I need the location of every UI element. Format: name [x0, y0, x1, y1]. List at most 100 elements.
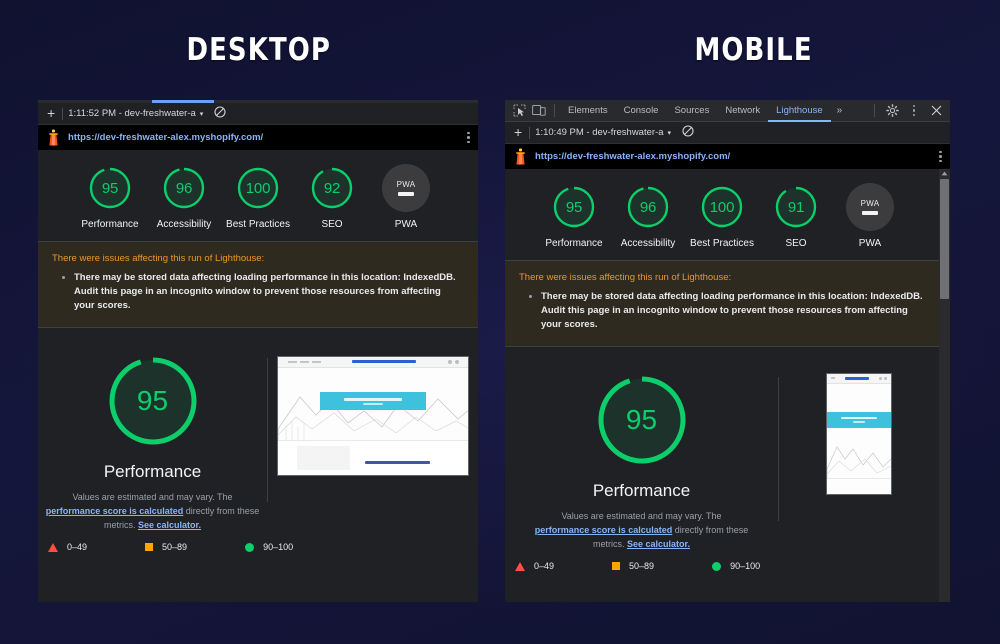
- mobile-report-body: 95 Performance 96 Accessibility 100 Best…: [505, 169, 939, 583]
- lighthouse-icon: [513, 148, 528, 165]
- more-tabs-icon[interactable]: »: [831, 105, 849, 116]
- mobile-performance-section: 95 Performance Values are estimated and …: [505, 347, 939, 551]
- thumbnail-hero: [278, 367, 468, 441]
- score-gauge-accessibility[interactable]: 96 Accessibility: [611, 183, 685, 250]
- legend-pass: 90–100: [245, 542, 293, 552]
- desktop-scroll-area: 95 Performance 96 Accessibility 100 Best…: [38, 150, 478, 564]
- see-calculator-link[interactable]: See calculator.: [627, 539, 690, 549]
- clear-results-icon[interactable]: [682, 124, 694, 142]
- devtools-toolbar: Elements Console Sources Network Lightho…: [505, 100, 950, 122]
- legend-average: 50–89: [612, 561, 654, 571]
- chevron-down-icon[interactable]: ▾: [200, 110, 204, 118]
- page-screenshot-thumbnail[interactable]: [826, 373, 892, 495]
- performance-score-calculated-link[interactable]: performance score is calculated: [535, 525, 673, 535]
- score-gauge-seo[interactable]: 91 SEO: [759, 183, 833, 250]
- desktop-score-legend: 0–49 50–89 90–100: [38, 532, 478, 564]
- mobile-score-gauges: 95 Performance 96 Accessibility 100 Best…: [505, 169, 939, 260]
- score-ring: 100: [234, 164, 282, 212]
- mobile-lighthouse-panel: Elements Console Sources Network Lightho…: [505, 100, 950, 602]
- pwa-dash-icon: [862, 211, 878, 215]
- desktop-url-bar: https://dev-freshwater-alex.myshopify.co…: [38, 125, 478, 150]
- page-screenshot-thumbnail[interactable]: [277, 356, 469, 476]
- pwa-badge: PWA: [382, 164, 430, 212]
- pwa-badge: PWA: [846, 183, 894, 231]
- desc-pre: Values are estimated and may vary. The: [72, 492, 233, 502]
- tab-lighthouse[interactable]: Lighthouse: [768, 100, 830, 122]
- pwa-dash-icon: [398, 192, 414, 196]
- close-icon[interactable]: [926, 102, 946, 120]
- score-label: Best Practices: [226, 219, 290, 230]
- mobile-report-header: + 1:10:49 PM - dev-freshwater-a ▾: [505, 122, 950, 144]
- scroll-up-arrow-icon[interactable]: [939, 169, 950, 178]
- chevron-down-icon[interactable]: ▾: [668, 129, 672, 137]
- vertical-scrollbar[interactable]: [939, 169, 950, 602]
- new-run-button[interactable]: +: [511, 125, 527, 141]
- triangle-icon: [48, 542, 58, 552]
- score-value: 100: [709, 198, 735, 216]
- report-menu-icon[interactable]: [467, 131, 470, 144]
- score-gauge-pwa[interactable]: PWA PWA: [833, 183, 907, 250]
- score-gauge-best-practices[interactable]: 100 Best Practices: [685, 183, 759, 250]
- new-run-button[interactable]: +: [44, 106, 60, 122]
- score-label: Best Practices: [690, 238, 754, 249]
- performance-score-calculated-link[interactable]: performance score is calculated: [46, 506, 184, 516]
- run-selector-label[interactable]: 1:10:49 PM - dev-freshwater-a: [535, 127, 663, 138]
- see-calculator-link[interactable]: See calculator.: [138, 520, 201, 530]
- report-menu-icon[interactable]: [939, 150, 942, 163]
- score-gauge-seo[interactable]: 92 SEO: [295, 164, 369, 231]
- heading-mobile: MOBILE: [694, 32, 814, 68]
- url-text[interactable]: https://dev-freshwater-alex.myshopify.co…: [535, 151, 730, 162]
- scrollbar-thumb[interactable]: [940, 179, 949, 299]
- score-gauge-performance[interactable]: 95 Performance: [537, 183, 611, 250]
- legend-label: 0–49: [534, 561, 555, 571]
- circle-icon: [245, 542, 255, 552]
- clear-results-icon[interactable]: [214, 105, 226, 123]
- triangle-icon: [515, 561, 525, 571]
- devtools-tabstrip-stub: [38, 100, 478, 103]
- legend-label: 90–100: [730, 561, 761, 571]
- performance-big-ring: 95: [593, 371, 691, 469]
- performance-gauge-block: 95 Performance Values are estimated and …: [505, 371, 778, 551]
- score-label: Performance: [81, 219, 139, 230]
- inspect-element-icon[interactable]: [509, 102, 529, 120]
- divider: [874, 104, 875, 117]
- divider: [62, 107, 64, 120]
- warning-list: There may be stored data affecting loadi…: [519, 290, 925, 332]
- thumbnail-brand: [351, 360, 417, 364]
- score-value: 91: [787, 198, 805, 216]
- score-value: 92: [323, 179, 341, 197]
- gear-icon[interactable]: [882, 102, 902, 120]
- thumbnail-hero-banner: [827, 412, 891, 428]
- devtools-tabs: Elements Console Sources Network Lightho…: [560, 100, 848, 122]
- score-label: Accessibility: [156, 219, 212, 230]
- score-gauge-accessibility[interactable]: 96 Accessibility: [147, 164, 221, 231]
- thumbnail-hero-banner: [319, 392, 427, 411]
- lighthouse-tab-indicator: [152, 100, 214, 103]
- run-selector-label[interactable]: 1:11:52 PM - dev-freshwater-a: [68, 108, 196, 119]
- thumbnail-actions: [447, 359, 459, 364]
- score-gauge-pwa[interactable]: PWA PWA: [369, 164, 443, 231]
- score-gauge-best-practices[interactable]: 100 Best Practices: [221, 164, 295, 231]
- kebab-menu-icon[interactable]: [904, 102, 924, 120]
- score-label: Accessibility: [620, 238, 676, 249]
- performance-title: Performance: [103, 462, 202, 481]
- tab-network[interactable]: Network: [717, 100, 768, 122]
- thumbnail-card: [297, 445, 351, 471]
- desktop-thumbnail-block: [268, 352, 478, 532]
- tab-console[interactable]: Console: [616, 100, 667, 122]
- tab-sources[interactable]: Sources: [666, 100, 717, 122]
- legend-label: 90–100: [263, 542, 294, 552]
- warning-title: There were issues affecting this run of …: [519, 272, 732, 283]
- url-text[interactable]: https://dev-freshwater-alex.myshopify.co…: [68, 132, 263, 143]
- legend-average: 50–89: [145, 542, 187, 552]
- warning-item: There may be stored data affecting loadi…: [74, 271, 464, 313]
- score-label: Performance: [545, 238, 603, 249]
- square-icon: [612, 562, 621, 570]
- device-toolbar-icon[interactable]: [529, 102, 549, 120]
- tab-elements[interactable]: Elements: [560, 100, 616, 122]
- mobile-scroll-area: 95 Performance 96 Accessibility 100 Best…: [505, 169, 950, 602]
- performance-score-value: 95: [625, 404, 658, 435]
- performance-description: Values are estimated and may vary. The p…: [534, 509, 749, 551]
- score-gauge-performance[interactable]: 95 Performance: [73, 164, 147, 231]
- performance-score-value: 95: [136, 385, 169, 416]
